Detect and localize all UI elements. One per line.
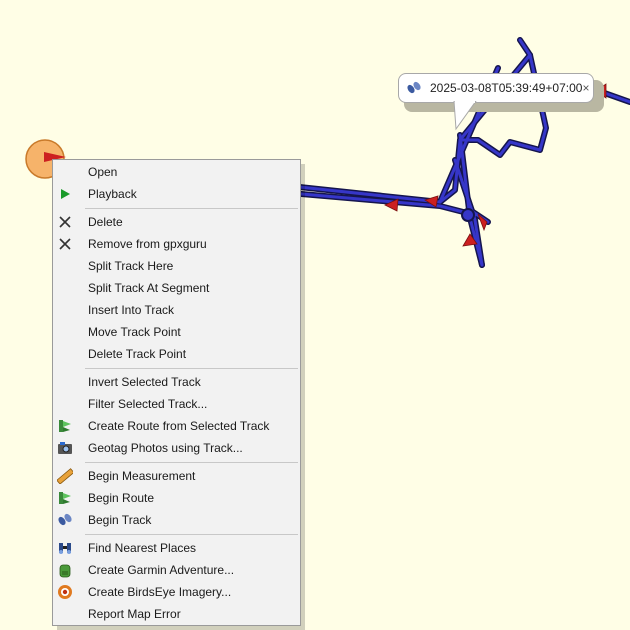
menu-item-delete[interactable]: Delete	[53, 211, 300, 233]
context-menu: Open Playback Delete Remove from gpxguru…	[52, 159, 301, 626]
menu-item-filter-selected-track[interactable]: Filter Selected Track...	[53, 393, 300, 415]
x-icon	[57, 236, 73, 252]
menu-item-playback[interactable]: Playback	[53, 183, 300, 205]
menu-item-label: Create Garmin Adventure...	[88, 563, 235, 577]
play-icon	[57, 186, 73, 202]
route-icon	[57, 418, 73, 434]
trackpoint-tooltip: 2025-03-08T05:39:49+07:00 ×	[398, 73, 594, 103]
menu-item-begin-measurement[interactable]: Begin Measurement	[53, 465, 300, 487]
menu-item-label: Invert Selected Track	[88, 375, 201, 389]
footprints-icon	[406, 80, 422, 96]
menu-item-report-map-error[interactable]: Report Map Error	[53, 603, 300, 625]
tooltip-close-button[interactable]: ×	[582, 81, 589, 95]
x-icon	[57, 214, 73, 230]
menu-item-move-track-point[interactable]: Move Track Point	[53, 321, 300, 343]
menu-item-split-track-at-segment[interactable]: Split Track At Segment	[53, 277, 300, 299]
menu-item-geotag-photos[interactable]: Geotag Photos using Track...	[53, 437, 300, 459]
menu-separator	[85, 462, 298, 463]
menu-item-label: Create Route from Selected Track	[88, 419, 270, 433]
menu-item-label: Move Track Point	[88, 325, 181, 339]
binoculars-icon	[57, 540, 73, 556]
menu-item-label: Split Track At Segment	[88, 281, 210, 295]
tooltip-timestamp: 2025-03-08T05:39:49+07:00	[430, 81, 583, 95]
menu-item-label: Split Track Here	[88, 259, 174, 273]
menu-item-begin-route[interactable]: Begin Route	[53, 487, 300, 509]
menu-item-create-route-from-track[interactable]: Create Route from Selected Track	[53, 415, 300, 437]
menu-separator	[85, 534, 298, 535]
menu-item-label: Create BirdsEye Imagery...	[88, 585, 232, 599]
menu-item-remove-from-gpxguru[interactable]: Remove from gpxguru	[53, 233, 300, 255]
menu-item-label: Delete Track Point	[88, 347, 187, 361]
menu-item-create-garmin-adventure[interactable]: Create Garmin Adventure...	[53, 559, 300, 581]
menu-item-split-track-here[interactable]: Split Track Here	[53, 255, 300, 277]
tooltip-pointer	[453, 101, 477, 131]
birdseye-icon	[57, 584, 73, 600]
menu-item-begin-track[interactable]: Begin Track	[53, 509, 300, 531]
menu-item-label: Geotag Photos using Track...	[88, 441, 243, 455]
backpack-icon	[57, 562, 73, 578]
menu-item-create-birdseye-imagery[interactable]: Create BirdsEye Imagery...	[53, 581, 300, 603]
menu-item-label: Begin Measurement	[88, 469, 196, 483]
menu-item-label: Report Map Error	[88, 607, 181, 621]
menu-item-label: Begin Track	[88, 513, 152, 527]
camera-icon	[57, 440, 73, 456]
menu-item-label: Insert Into Track	[88, 303, 175, 317]
route-icon	[57, 490, 73, 506]
menu-item-open[interactable]: Open	[53, 161, 300, 183]
menu-item-insert-into-track[interactable]: Insert Into Track	[53, 299, 300, 321]
menu-item-delete-track-point[interactable]: Delete Track Point	[53, 343, 300, 365]
menu-item-label: Begin Route	[88, 491, 155, 505]
menu-item-label: Filter Selected Track...	[88, 397, 208, 411]
menu-item-label: Playback	[88, 187, 137, 201]
menu-separator	[85, 368, 298, 369]
menu-item-label: Open	[88, 165, 118, 179]
menu-item-find-nearest-places[interactable]: Find Nearest Places	[53, 537, 300, 559]
menu-separator	[85, 208, 298, 209]
menu-item-label: Find Nearest Places	[88, 541, 197, 555]
menu-item-label: Remove from gpxguru	[88, 237, 207, 251]
footprints-icon	[57, 512, 73, 528]
menu-item-invert-selected-track[interactable]: Invert Selected Track	[53, 371, 300, 393]
ruler-icon	[57, 468, 73, 484]
menu-item-label: Delete	[88, 215, 123, 229]
